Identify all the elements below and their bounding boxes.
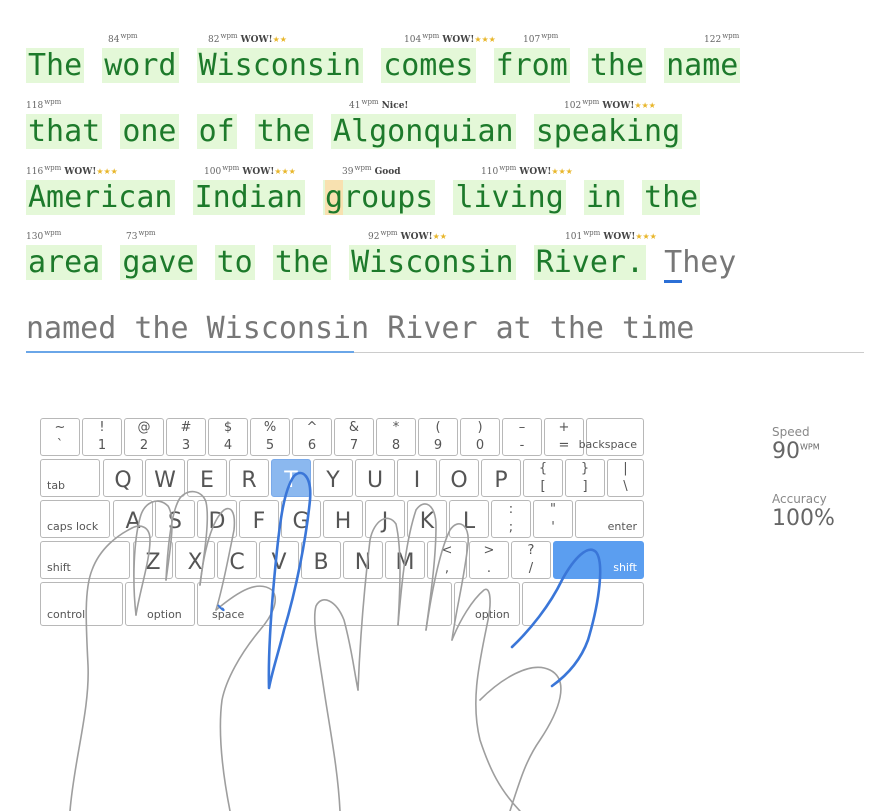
- text-cursor: T: [664, 245, 683, 283]
- star-icon: ★★★: [274, 167, 296, 176]
- typed-word: in: [583, 180, 624, 215]
- typed-word: word: [102, 48, 179, 83]
- typed-text: that one of the Algonquian speaking: [26, 112, 683, 152]
- star-icon: ★★: [432, 232, 447, 241]
- typed-word: one: [120, 114, 179, 149]
- accuracy-label: Accuracy: [772, 492, 827, 506]
- star-icon: ★★★: [96, 167, 118, 176]
- star-icon: ★★★: [551, 167, 573, 176]
- wpm-badge: 41wpm Nice!: [349, 98, 409, 111]
- wpm-badge: 122wpm: [704, 32, 740, 45]
- typed-word: Wisconsin: [196, 48, 364, 83]
- typed-word: Indian: [192, 180, 305, 215]
- wpm-badge: 102wpm WOW!★★★: [564, 98, 656, 111]
- wpm-badge: 118wpm: [26, 98, 62, 111]
- typed-word: American: [26, 180, 175, 215]
- typed-word: of: [196, 114, 237, 149]
- typed-word: gave: [120, 245, 197, 280]
- hands-guide-icon: [69, 471, 602, 811]
- wpm-badge: 110wpm WOW!★★★: [481, 164, 573, 177]
- star-icon: ★★★: [635, 232, 657, 241]
- star-icon: ★★★: [634, 101, 656, 110]
- typed-word: name: [664, 48, 741, 83]
- wpm-badge: 104wpm WOW!★★★: [404, 32, 496, 45]
- line-progress-bar: [26, 351, 354, 353]
- typed-text: The word Wisconsin comes from the name: [26, 46, 741, 86]
- accuracy-stat: Accuracy 100%: [772, 492, 835, 531]
- wpm-badge: 84wpm: [108, 32, 138, 45]
- typed-word: speaking: [533, 114, 683, 149]
- wpm-badge: 101wpm WOW!★★★: [565, 229, 657, 242]
- wpm-badge: 107wpm: [523, 32, 559, 45]
- star-icon: ★★: [272, 35, 287, 44]
- typed-word: the: [587, 48, 647, 83]
- wpm-badge: 39wpm Good: [342, 164, 401, 177]
- wpm-badge: 92wpm WOW!★★: [368, 229, 447, 242]
- accuracy-value: 100%: [772, 506, 835, 531]
- speed-value: 90WPM: [772, 439, 820, 464]
- wpm-badge: 73wpm: [126, 229, 156, 242]
- pending-text: named the Wisconsin River at the time: [26, 311, 695, 346]
- typed-text: area gave to the Wisconsin River. They: [26, 243, 736, 283]
- typed-word: to: [214, 245, 255, 280]
- error-char: g: [325, 180, 344, 215]
- typed-word: Algonquian: [331, 114, 516, 149]
- typed-word: that: [26, 114, 103, 149]
- typed-word: River.: [533, 245, 647, 280]
- typed-word: the: [254, 114, 313, 149]
- typed-word-with-error: groups: [323, 180, 436, 215]
- wpm-badge: 100wpm WOW!★★★: [204, 164, 296, 177]
- current-word: They: [664, 245, 736, 283]
- typed-text: American Indian groups living in the: [26, 178, 701, 218]
- wpm-badge: 116wpm WOW!★★★: [26, 164, 118, 177]
- typed-word: comes: [381, 48, 476, 83]
- typed-word: living: [453, 180, 566, 215]
- typed-word: The: [26, 48, 85, 83]
- typed-word: from: [493, 48, 570, 83]
- wpm-badge: 82wpm WOW!★★: [208, 32, 287, 45]
- typing-area[interactable]: 84wpm 82wpm WOW!★★ 104wpm WOW!★★★ 107wpm 1…: [0, 0, 889, 370]
- typed-word: the: [642, 180, 701, 215]
- typed-word: Wisconsin: [349, 245, 516, 280]
- typed-word: area: [26, 245, 103, 280]
- speed-label: Speed: [772, 425, 810, 439]
- wpm-badge: 130wpm: [26, 229, 62, 242]
- star-icon: ★★★: [474, 35, 496, 44]
- speed-stat: Speed 90WPM: [772, 425, 820, 464]
- typed-word: the: [272, 245, 331, 280]
